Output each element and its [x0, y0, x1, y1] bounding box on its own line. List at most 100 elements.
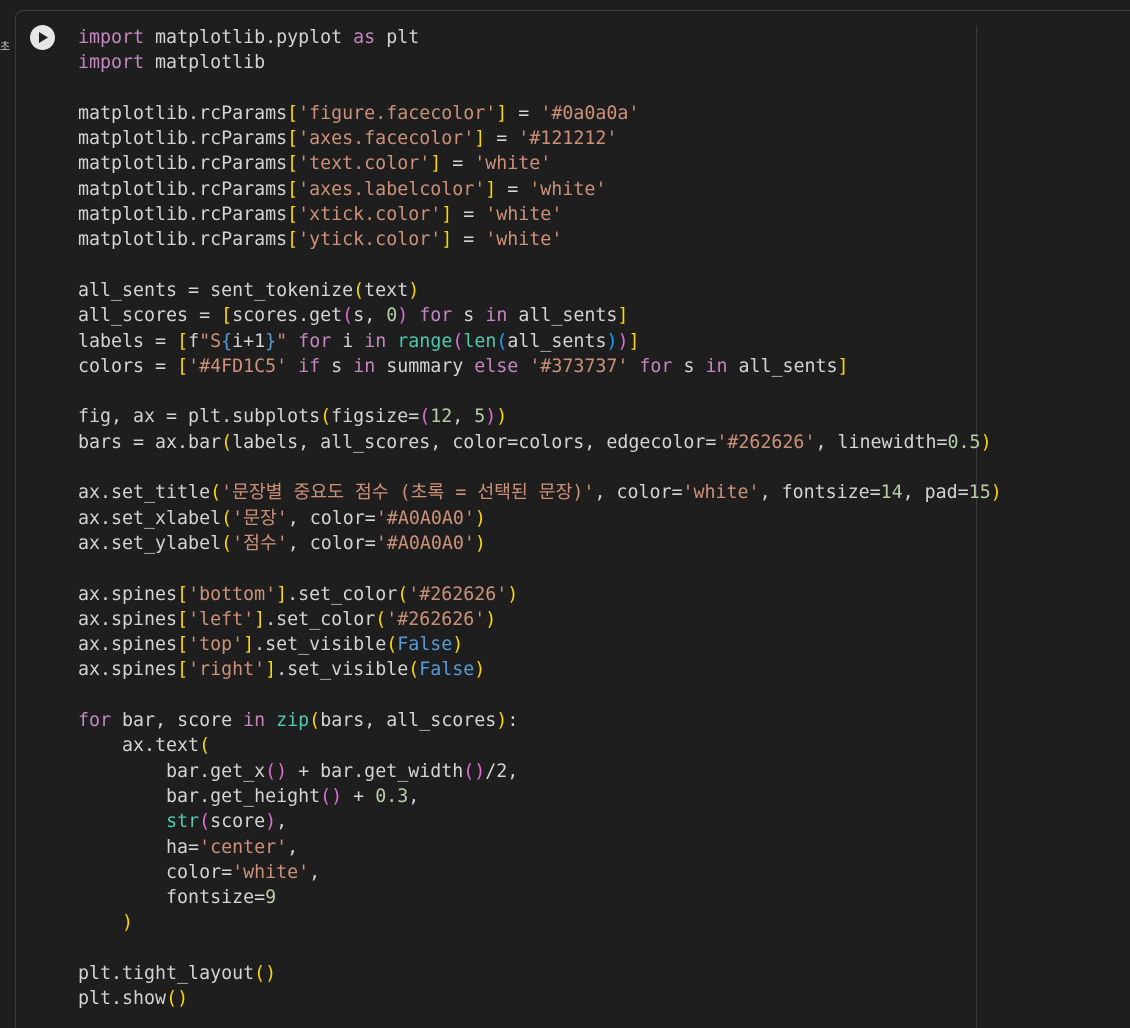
- code-token: [: [287, 128, 299, 150]
- code-token: 'center': [199, 836, 288, 858]
- code-token: (: [210, 482, 222, 504]
- code-token: ): [265, 811, 277, 833]
- code-line: matplotlib.rcParams['axes.labelcolor'] =…: [78, 177, 1002, 202]
- code-token: fontsize=: [78, 887, 266, 909]
- code-line: ax.set_title('문장별 중요도 점수 (초록 = 선택된 문장)',…: [78, 480, 1002, 505]
- code-token: ): [474, 532, 486, 554]
- code-line: str(score),: [78, 809, 1002, 834]
- code-token: (: [166, 988, 178, 1010]
- code-token: if: [298, 355, 321, 377]
- code-token: 'white': [232, 861, 310, 883]
- code-line: ha='center',: [78, 835, 1002, 860]
- code-token: all_sents: [727, 355, 838, 377]
- code-token: ): [122, 912, 134, 934]
- code-token: for: [639, 355, 673, 377]
- code-token: (: [353, 279, 365, 301]
- code-token: import: [78, 27, 145, 48]
- code-token: matplotlib.rcParams: [78, 178, 288, 200]
- code-token: bars = ax.bar: [78, 431, 222, 453]
- code-token: text: [364, 279, 409, 301]
- code-token: , fontsize=: [759, 482, 881, 504]
- code-token: [: [177, 659, 189, 681]
- code-token: for: [298, 330, 332, 352]
- code-token: 'right': [188, 659, 266, 681]
- code-token: ): [496, 406, 508, 428]
- code-token: ): [265, 962, 277, 984]
- code-token: ]: [496, 102, 508, 124]
- code-token: for: [419, 305, 453, 327]
- code-token: (: [386, 634, 398, 656]
- code-token: ): [474, 760, 486, 782]
- code-token: matplotlib.rcParams: [78, 102, 288, 124]
- code-token: :: [507, 710, 519, 732]
- code-token: 'xtick.color': [298, 204, 442, 226]
- code-token: 9: [265, 887, 277, 909]
- code-token: (: [397, 583, 409, 605]
- code-token: matplotlib.rcParams: [78, 153, 288, 175]
- code-line: fig, ax = plt.subplots(figsize=(12, 5)): [78, 404, 1002, 429]
- code-token: [: [177, 634, 189, 656]
- code-token: , color=: [287, 507, 376, 529]
- code-token: ha=: [78, 836, 200, 858]
- code-token: 12: [430, 406, 453, 428]
- code-token: ]: [243, 634, 255, 656]
- code-token: in: [705, 355, 728, 377]
- code-token: =: [496, 178, 530, 200]
- code-token: (: [320, 785, 332, 807]
- code-line: import matplotlib.pyplot as plt: [78, 25, 1002, 50]
- code-token: ): [485, 406, 497, 428]
- code-token: ax.spines: [78, 608, 178, 630]
- code-token: ): [177, 988, 189, 1010]
- code-token: (: [221, 431, 233, 453]
- code-token: figsize=: [331, 406, 420, 428]
- code-token: .set_color: [287, 583, 398, 605]
- code-token: ]: [254, 608, 266, 630]
- code-token: in: [364, 330, 387, 352]
- code-line: ax.spines['left'].set_color('#262626'): [78, 607, 1002, 632]
- code-token: [: [177, 330, 189, 352]
- code-line: colors = ['#4FD1C5' if s in summary else…: [78, 354, 1002, 379]
- code-token: color=: [78, 861, 233, 883]
- code-line: for bar, score in zip(bars, all_scores):: [78, 708, 1002, 733]
- code-token: ): [617, 330, 629, 352]
- code-token: matplotlib.rcParams: [78, 229, 288, 251]
- code-token: scores.get: [232, 305, 343, 327]
- code-token: , color=: [594, 482, 683, 504]
- code-token: zip: [276, 710, 310, 732]
- code-token: ): [474, 507, 486, 529]
- code-token: ax.set_ylabel: [78, 532, 222, 554]
- code-token: '점수': [232, 532, 288, 554]
- code-token: (: [408, 659, 420, 681]
- code-token: s: [672, 355, 706, 377]
- code-token: + bar.get_width: [287, 760, 464, 782]
- code-token: 'white': [485, 229, 563, 251]
- code-token: 'white': [682, 482, 760, 504]
- code-token: '#121212': [518, 128, 618, 150]
- code-token: (: [375, 608, 387, 630]
- code-token: else: [474, 355, 519, 377]
- run-cell-button[interactable]: [30, 25, 55, 50]
- code-token: ]: [441, 229, 453, 251]
- code-token: '#0a0a0a': [540, 102, 640, 124]
- code-editor[interactable]: import matplotlib.pyplot as plt import ma…: [78, 25, 1002, 1012]
- play-icon: [37, 31, 49, 44]
- code-token: ,: [408, 785, 420, 807]
- code-token: ]: [474, 128, 486, 150]
- code-token: 'white': [485, 204, 563, 226]
- code-line: labels = [f"S{i+1}" for i in range(len(a…: [78, 329, 1002, 354]
- code-token: plt.tight_layout: [78, 962, 255, 984]
- code-token: 0: [386, 305, 398, 327]
- code-token: range: [397, 330, 453, 352]
- code-token: "S: [199, 330, 222, 352]
- code-line: bars = ax.bar(labels, all_scores, color=…: [78, 430, 1002, 455]
- code-token: all_sents: [507, 330, 607, 352]
- code-token: plt.show: [78, 988, 167, 1010]
- code-token: score: [210, 811, 266, 833]
- code-token: '#262626': [716, 431, 816, 453]
- code-token: =: [507, 102, 541, 124]
